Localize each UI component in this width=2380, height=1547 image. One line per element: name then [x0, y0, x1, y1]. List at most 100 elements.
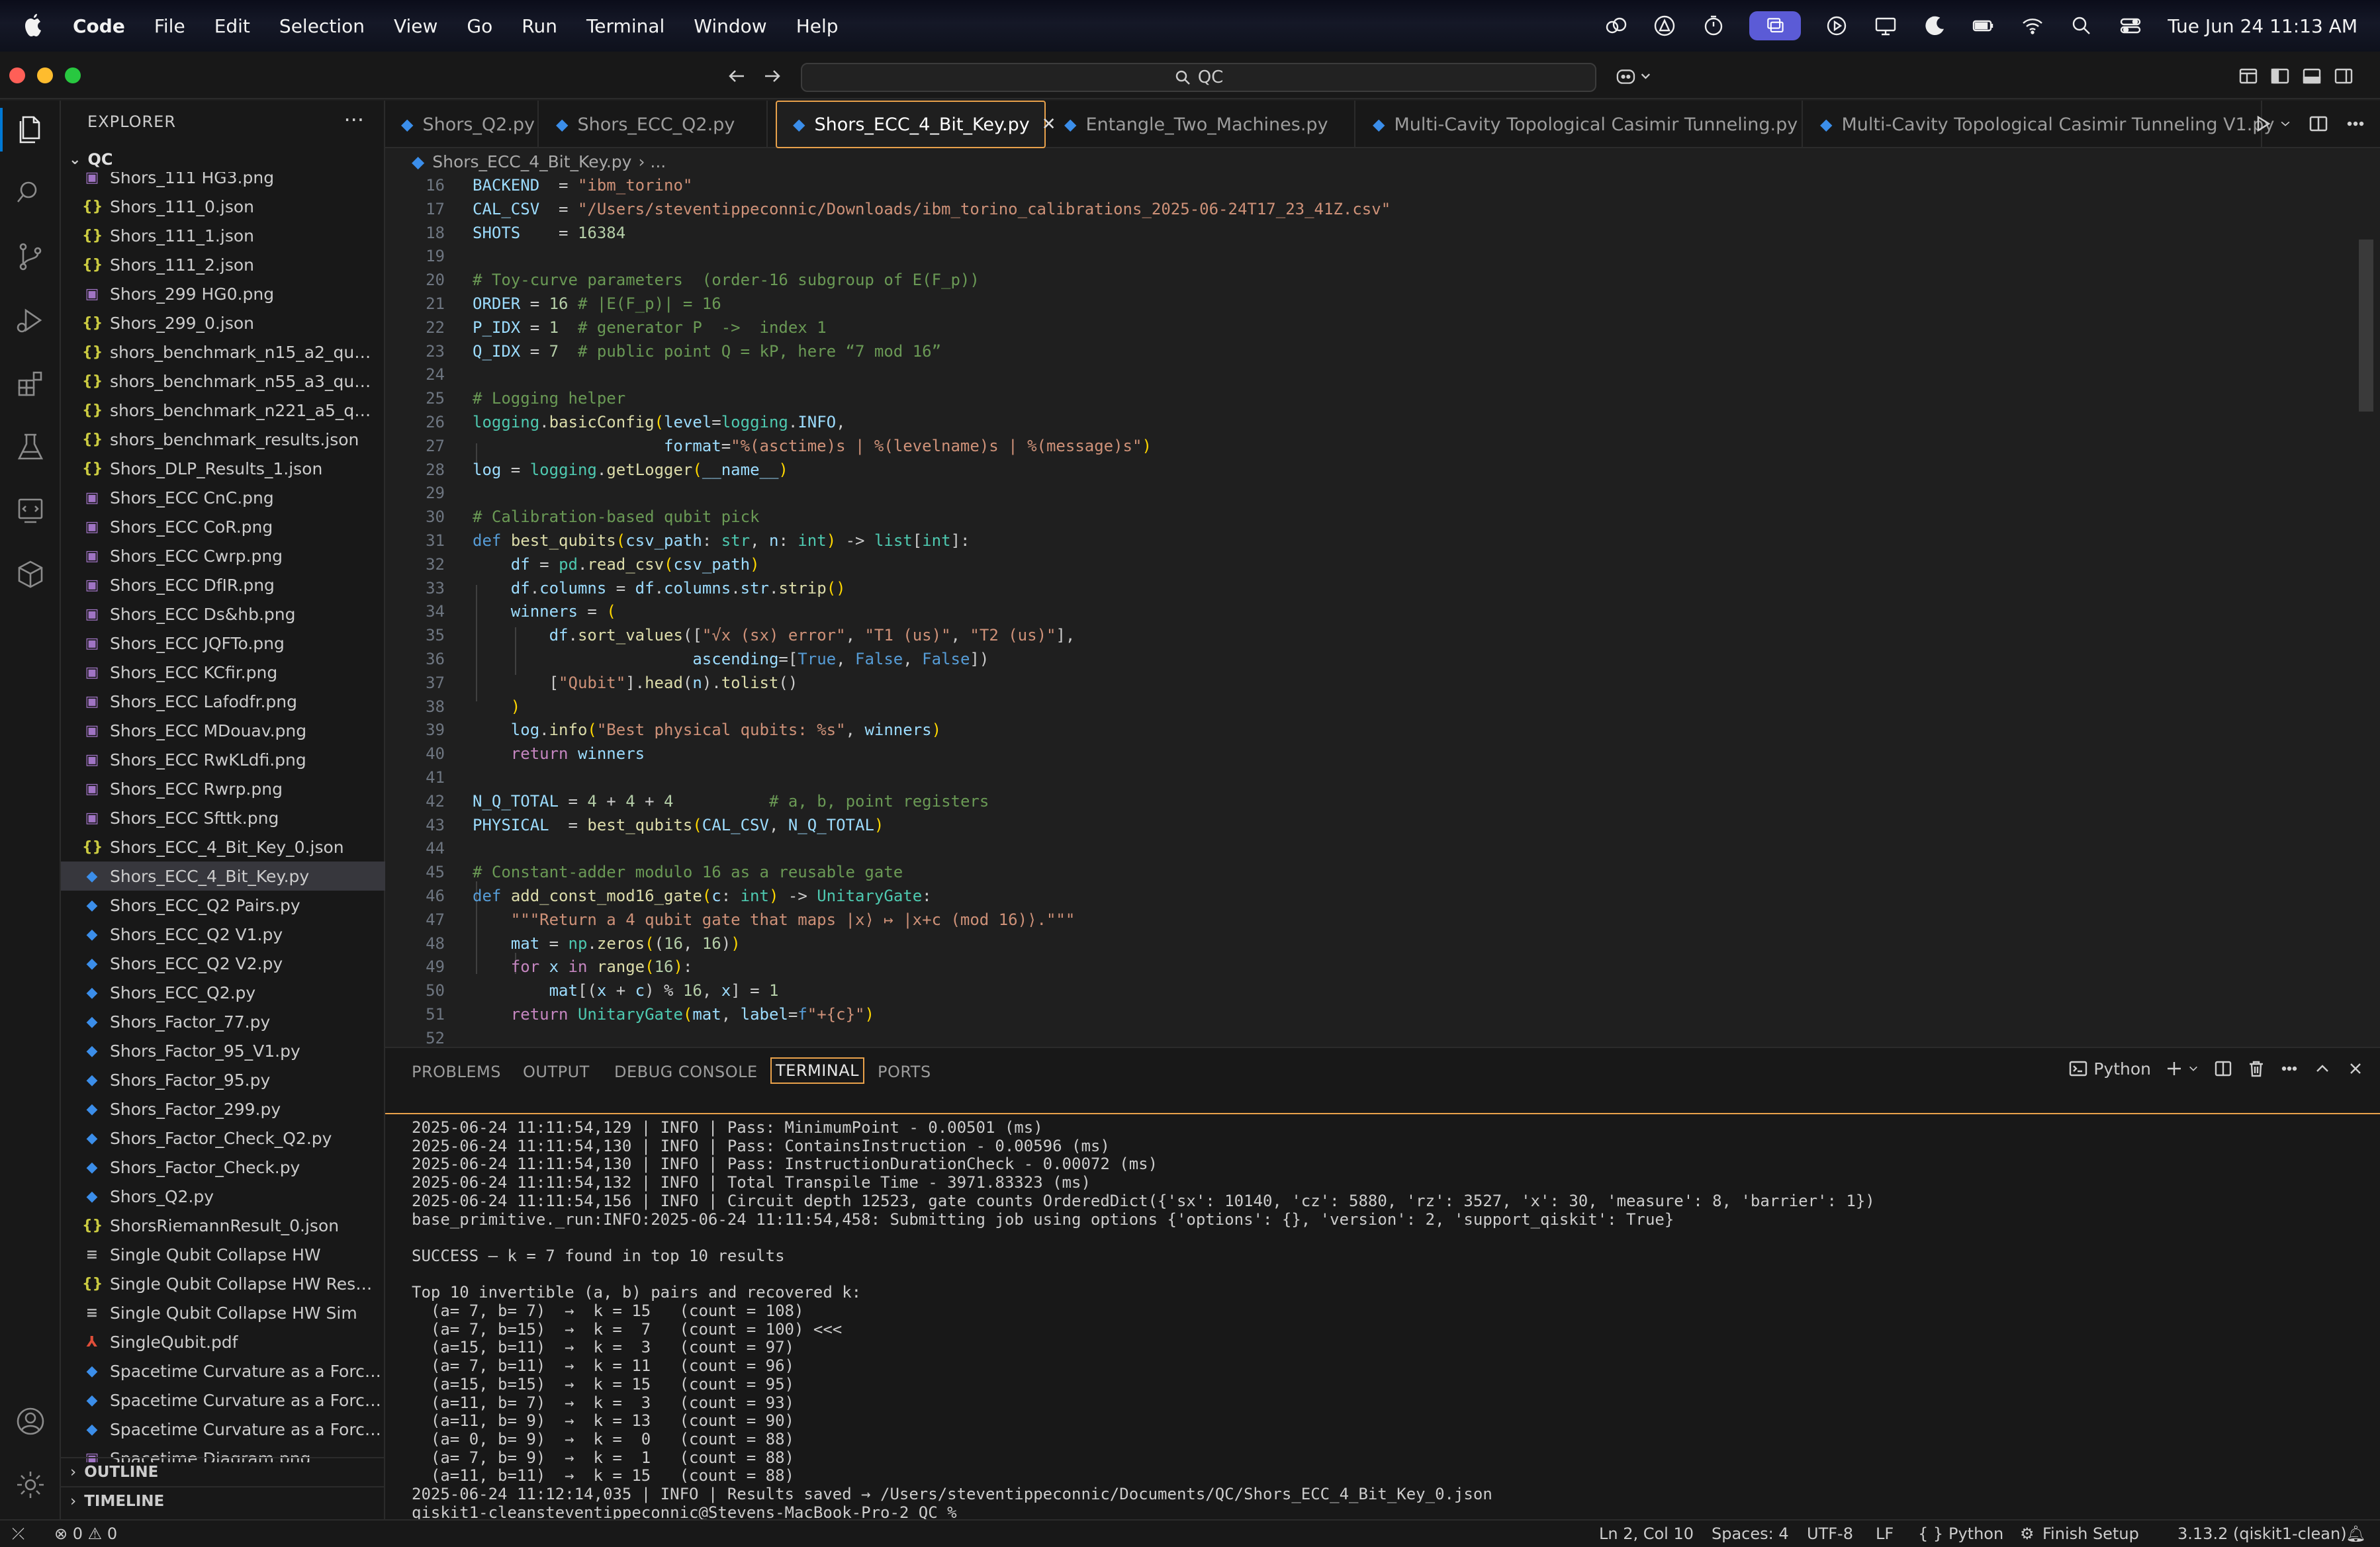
code-line[interactable]: ascending=[True, False, False])	[473, 650, 989, 668]
code-line[interactable]: mat = np.zeros((16, 16))	[473, 934, 741, 953]
code-line[interactable]: return winners	[473, 744, 645, 763]
menu-go[interactable]: Go	[467, 15, 492, 37]
file-tree-item[interactable]: {} Shors_111_1.json	[61, 221, 385, 250]
source-control-icon[interactable]	[11, 237, 50, 277]
more-actions-icon[interactable]	[2279, 1059, 2299, 1079]
file-tree-item[interactable]: ◆ Shors_Factor_Check_Q2.py	[61, 1124, 385, 1153]
file-tree-item[interactable]: ◆ Spacetime Curvature as a Force ...	[61, 1415, 385, 1444]
creative-cloud-icon[interactable]	[1602, 13, 1629, 39]
timer-icon[interactable]	[1700, 13, 1727, 39]
tab-shors-ecc-4-bit-key[interactable]: ◆ Shors_ECC_4_Bit_Key.py ✕	[776, 101, 1056, 148]
toggle-panel-icon[interactable]	[2301, 65, 2324, 89]
testing-flask-icon[interactable]	[11, 427, 50, 467]
file-tree-item[interactable]: ◆ Spacetime Curvature as a Force ...	[61, 1356, 385, 1386]
spotlight-search-icon[interactable]	[2068, 13, 2095, 39]
menu-view[interactable]: View	[394, 15, 437, 37]
code-line[interactable]: N_Q_TOTAL = 4 + 4 + 4 # a, b, point regi…	[473, 792, 989, 811]
tab-multi-cavity-casimir-v1[interactable]: ◆ Multi-Cavity Topological Casimir Tunne…	[1804, 101, 2274, 148]
control-center-icon[interactable]	[2117, 13, 2144, 39]
tab-shors-ecc-q2[interactable]: ◆ Shors_ECC_Q2.py	[540, 101, 768, 148]
code-line[interactable]: CAL_CSV = "/Users/steventippeconnic/Down…	[473, 200, 1391, 218]
code-line[interactable]: df.sort_values(["√x (sx) error", "T1 (us…	[473, 626, 1076, 644]
trash-icon[interactable]	[2246, 1059, 2266, 1079]
file-tree-item[interactable]: ▣ Shors_ECC MDouav.png	[61, 716, 385, 745]
extensions-icon[interactable]	[11, 364, 50, 404]
forward-arrow-icon[interactable]	[761, 65, 784, 87]
file-tree-item[interactable]: ◆ Shors_ECC_Q2.py	[61, 978, 385, 1007]
menu-run[interactable]: Run	[522, 15, 557, 37]
file-tree-item[interactable]: ◆ Shors_Q2.py	[61, 1182, 385, 1211]
file-tree-item[interactable]: ◆ Shors_ECC_Q2 Pairs.py	[61, 891, 385, 920]
toggle-layout-icon[interactable]	[2237, 65, 2261, 89]
wifi-icon[interactable]	[2019, 13, 2046, 39]
file-tree-item[interactable]: ◆ Spacetime Curvature as a Force ...	[61, 1386, 385, 1415]
code-line[interactable]: logging.basicConfig(level=logging.INFO,	[473, 413, 846, 431]
code-line[interactable]: SHOTS = 16384	[473, 224, 625, 242]
file-tree-item[interactable]: ◆ Shors_ECC_Q2 V1.py	[61, 920, 385, 949]
file-tree-item[interactable]: ▣ Shors_ECC Ds&hb.png	[61, 599, 385, 629]
command-center-search[interactable]: QC	[801, 63, 1596, 92]
file-tree-item[interactable]: ▣ Shors_ECC KCfir.png	[61, 658, 385, 687]
file-tree-item[interactable]: ◆ Shors_Factor_95_V1.py	[61, 1036, 385, 1065]
search-icon[interactable]	[11, 173, 50, 213]
panel-tab-debug-console[interactable]: DEBUG CONSOLE	[614, 1063, 758, 1081]
file-tree-item[interactable]: ◆ Shors_ECC_Q2 V2.py	[61, 949, 385, 978]
file-tree-item[interactable]: {} Shors_299_0.json	[61, 308, 385, 337]
outline-section[interactable]: › OUTLINE	[61, 1457, 385, 1486]
notifications-bell-icon[interactable]: 🔔︎	[2346, 1525, 2365, 1543]
code-line[interactable]: # Calibration-based qubit pick	[473, 508, 759, 526]
python-interpreter[interactable]: 3.13.2 (qiskit1-clean)	[2177, 1525, 2347, 1543]
toggle-primary-sidebar-icon[interactable]	[2269, 65, 2293, 89]
file-tree-item[interactable]: ≡ Single Qubit Collapse HW	[61, 1240, 385, 1269]
remote-indicator-icon[interactable]: ⤫	[12, 1525, 24, 1543]
file-tree-item[interactable]: ◆ Shors_Factor_95.py	[61, 1065, 385, 1094]
file-tree-item[interactable]: ▣ Shors_ECC Lafodfr.png	[61, 687, 385, 716]
timeline-section[interactable]: › TIMELINE	[61, 1486, 385, 1515]
encoding-status[interactable]: UTF-8	[1807, 1525, 1853, 1543]
problems-status[interactable]: ⊗ 0 ⚠ 0	[54, 1525, 117, 1543]
zoom-window-button[interactable]	[65, 67, 81, 83]
code-line[interactable]: ORDER = 16 # |E(F_p)| = 16	[473, 294, 721, 313]
display-icon[interactable]	[1872, 13, 1899, 39]
play-circle-icon[interactable]	[1823, 13, 1850, 39]
file-tree-item[interactable]: {} shors_benchmark_results.json	[61, 425, 385, 454]
file-tree-item[interactable]: ▣ Shors_ECC CnC.png	[61, 483, 385, 512]
file-tree-item[interactable]: ▣ Shors_ECC Cwrp.png	[61, 541, 385, 570]
code-line[interactable]: def add_const_mod16_gate(c: int) -> Unit…	[473, 887, 932, 905]
panel-tab-problems[interactable]: PROBLEMS	[412, 1063, 501, 1081]
terminal-output[interactable]: 2025-06-24 11:11:54,129 | INFO | Pass: M…	[385, 1113, 2380, 1521]
more-actions-icon[interactable]	[2344, 112, 2367, 135]
file-tree-item[interactable]: ▣ Shors_ECC CoR.png	[61, 512, 385, 541]
file-tree-item[interactable]: {} ShorsRiemannResult_0.json	[61, 1211, 385, 1240]
code-line[interactable]: winners = (	[473, 602, 616, 621]
code-line[interactable]: log = logging.getLogger(__name__)	[473, 461, 788, 479]
file-tree-item[interactable]: ▣ Shors_ECC Rwrp.png	[61, 774, 385, 803]
file-tree-item[interactable]: ▣ Shors_ECC RwKLdfi.png	[61, 745, 385, 774]
file-tree-item[interactable]: {} Shors_DLP_Results_1.json	[61, 454, 385, 483]
maximize-panel-chevron-up-icon[interactable]	[2312, 1059, 2332, 1079]
menu-help[interactable]: Help	[796, 15, 839, 37]
menu-app-name[interactable]: Code	[73, 15, 125, 37]
containers-icon[interactable]	[11, 554, 50, 594]
menubar-clock[interactable]: Tue Jun 24 11:13 AM	[2168, 15, 2357, 37]
finish-setup[interactable]: Finish Setup	[2042, 1525, 2139, 1543]
file-tree-item[interactable]: ▣ Shors_ECC Sfttk.png	[61, 803, 385, 832]
tab-multi-cavity-casimir[interactable]: ◆ Multi-Cavity Topological Casimir Tunne…	[1357, 101, 1803, 148]
toggle-secondary-sidebar-icon[interactable]	[2332, 65, 2356, 89]
run-debug-icon[interactable]	[11, 300, 50, 340]
code-line[interactable]: # Logging helper	[473, 389, 625, 408]
explorer-icon[interactable]	[11, 110, 50, 150]
remote-explorer-icon[interactable]	[11, 491, 50, 531]
code-editor[interactable]: 16 BACKEND = "ibm_torino" 17 CAL_CSV = "/Us…	[385, 173, 2380, 1047]
file-tree-item[interactable]: {} shors_benchmark_n221_a5_qub...	[61, 396, 385, 425]
code-line[interactable]: mat[(x + c) % 16, x] = 1	[473, 981, 779, 1000]
accounts-icon[interactable]	[11, 1401, 50, 1441]
code-line[interactable]: P_IDX = 1 # generator P -> index 1	[473, 318, 827, 337]
file-tree-item[interactable]: ▣ Shors_111 HG3.png	[61, 172, 385, 192]
file-tree-item[interactable]: {} shors_benchmark_n55_a3_qubi...	[61, 367, 385, 396]
code-line[interactable]: PHYSICAL = best_qubits(CAL_CSV, N_Q_TOTA…	[473, 816, 884, 834]
chevron-down-icon[interactable]	[2187, 1059, 2200, 1079]
copilot-icon[interactable]	[1615, 65, 1655, 89]
tab-entangle-two-machines[interactable]: ◆ Entangle_Two_Machines.py	[1048, 101, 1355, 148]
code-line[interactable]: BACKEND = "ibm_torino"	[473, 176, 692, 195]
